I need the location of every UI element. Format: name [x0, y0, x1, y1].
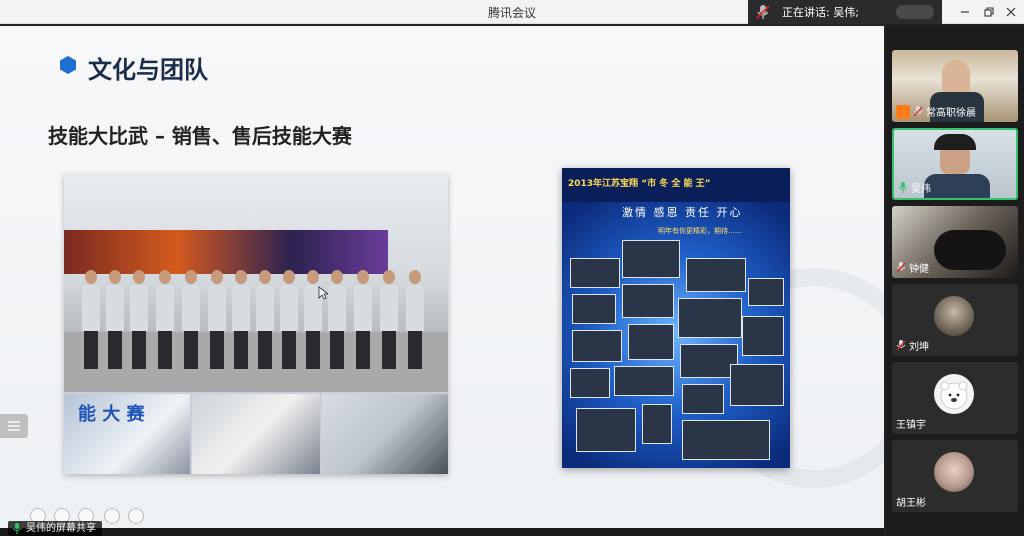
pointer-cursor-icon	[318, 286, 328, 300]
hexagon-bullet-icon	[60, 56, 76, 74]
slide-title: 文化与团队	[88, 56, 208, 84]
person-figure	[304, 270, 322, 370]
participant-avatar	[934, 452, 974, 492]
screen-share-label: 吴伟的屏幕共享	[8, 521, 102, 536]
person-figure	[280, 270, 298, 370]
participant-tile-active[interactable]: 吴伟	[892, 128, 1018, 200]
participant-name-row: 常高职徐晨	[896, 104, 976, 119]
restore-icon	[984, 7, 994, 17]
participant-name-row: 刘坤	[896, 338, 929, 353]
bear-avatar-icon	[940, 381, 968, 410]
minimize-button[interactable]	[954, 2, 976, 22]
poster-slogan: 激情 感恩 责任 开心	[622, 206, 743, 219]
participant-name-row: 王镇宇	[896, 416, 926, 431]
person-figure	[354, 270, 372, 370]
participant-name: 钟健	[909, 264, 929, 275]
person-figure	[232, 270, 250, 370]
mic-muted-icon	[896, 262, 906, 273]
poster-photo	[570, 368, 610, 398]
person-figure	[82, 270, 100, 370]
participant-name: 常高职徐晨	[926, 108, 976, 119]
participant-face	[942, 60, 970, 94]
person-figure	[380, 270, 398, 370]
mic-on-icon	[12, 523, 22, 534]
participant-name-row: 吴伟	[898, 180, 931, 195]
person-figure	[130, 270, 148, 370]
mic-muted-icon	[896, 340, 906, 351]
screen-share-text: 吴伟的屏幕共享	[26, 523, 96, 534]
collage-banner-text: 能 大 赛	[78, 404, 145, 425]
poster-photo	[572, 330, 622, 362]
participant-avatar	[934, 374, 974, 414]
shared-screen: 文化与团队 技能大比武 – 销售、售后技能大赛 能 大 赛 2013年江苏宝翔 …	[0, 26, 884, 528]
participant-name: 王镇宇	[896, 420, 926, 431]
title-bar: 腾讯会议 正在讲话: 吴伟;	[0, 0, 1024, 24]
participant-tile[interactable]: 刘坤	[892, 284, 1018, 356]
poster-photo	[742, 316, 784, 356]
participant-shoulders	[924, 174, 990, 198]
restore-button[interactable]	[978, 2, 1000, 22]
photo-desk	[322, 394, 448, 474]
poster-photo	[628, 324, 674, 360]
person-figure	[406, 270, 424, 370]
meeting-window: 腾讯会议 正在讲话: 吴伟; 文化与团队 技能大比武 – 销售、售后技能大赛 能…	[0, 0, 1024, 536]
poster-photo	[622, 240, 680, 278]
poster-note: 明年有你更精彩，期待……	[658, 227, 742, 235]
person-figure	[106, 270, 124, 370]
participant-tile[interactable]: 王镇宇	[892, 362, 1018, 434]
poster-photo	[622, 284, 674, 318]
event-poster: 2013年江苏宝翔 “市 冬 全 能 王” 激情 感恩 责任 开心 明年有你更精…	[562, 168, 790, 468]
slide-control-zoom[interactable]	[104, 508, 120, 524]
mic-muted-icon	[913, 106, 923, 117]
close-icon	[1006, 7, 1016, 17]
poster-photo	[730, 364, 784, 406]
participant-name: 吴伟	[911, 184, 931, 195]
photo-banner	[64, 230, 388, 274]
poster-photo	[614, 366, 674, 396]
close-button[interactable]	[1000, 2, 1022, 22]
mic-on-icon	[898, 182, 908, 193]
poster-photo	[682, 384, 724, 414]
host-icon	[896, 104, 910, 119]
person-figure	[156, 270, 174, 370]
speaking-indicator: 正在讲话: 吴伟;	[748, 0, 942, 24]
person-figure	[182, 270, 200, 370]
speaking-options[interactable]	[896, 5, 934, 19]
speaking-text: 正在讲话: 吴伟;	[782, 6, 859, 19]
poster-photo	[748, 278, 784, 306]
participant-tile[interactable]: 钟健	[892, 206, 1018, 278]
slide-control-more[interactable]	[128, 508, 144, 524]
poster-photo	[570, 258, 620, 288]
person-figure	[328, 270, 346, 370]
poster-photo	[678, 298, 742, 338]
person-figure	[256, 270, 274, 370]
participant-figure	[934, 230, 1006, 270]
mic-muted-icon	[756, 5, 770, 19]
poster-photo	[576, 408, 636, 452]
participant-name-row: 钟健	[896, 260, 929, 275]
poster-photo	[642, 404, 672, 444]
participant-hair	[934, 134, 976, 150]
slide-subtitle: 技能大比武 – 销售、售后技能大赛	[48, 124, 352, 148]
person-figure	[208, 270, 226, 370]
poster-photo	[686, 258, 746, 292]
participant-avatar	[934, 296, 974, 336]
bottom-bar	[0, 528, 884, 536]
toolbar-toggle-button[interactable]	[0, 414, 28, 438]
poster-photo	[682, 420, 770, 460]
participant-name-row: 胡王彬	[896, 494, 926, 509]
minimize-icon	[961, 11, 969, 13]
participant-tile[interactable]: 胡王彬	[892, 440, 1018, 512]
menu-icon	[8, 421, 20, 431]
photo-workshop	[192, 394, 320, 474]
poster-photo	[572, 294, 616, 324]
competition-photo-collage: 能 大 赛	[64, 174, 448, 474]
participant-name: 刘坤	[909, 342, 929, 353]
participants-panel: 常高职徐晨 吴伟 钟健 刘坤 王镇宇 胡王彬	[886, 26, 1024, 536]
poster-title: 2013年江苏宝翔 “市 冬 全 能 王”	[568, 179, 711, 189]
participant-name: 胡王彬	[896, 498, 926, 509]
participant-tile[interactable]: 常高职徐晨	[892, 50, 1018, 122]
